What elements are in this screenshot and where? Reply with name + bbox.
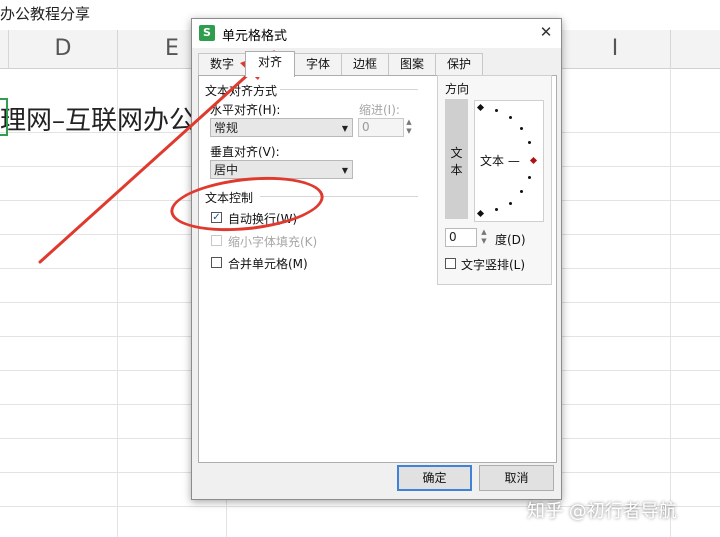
tab-alignment[interactable]: 对齐 <box>245 51 295 77</box>
annotation-arrow-icon <box>38 50 275 264</box>
watermark: 知乎 @初行者导航 <box>527 501 677 522</box>
